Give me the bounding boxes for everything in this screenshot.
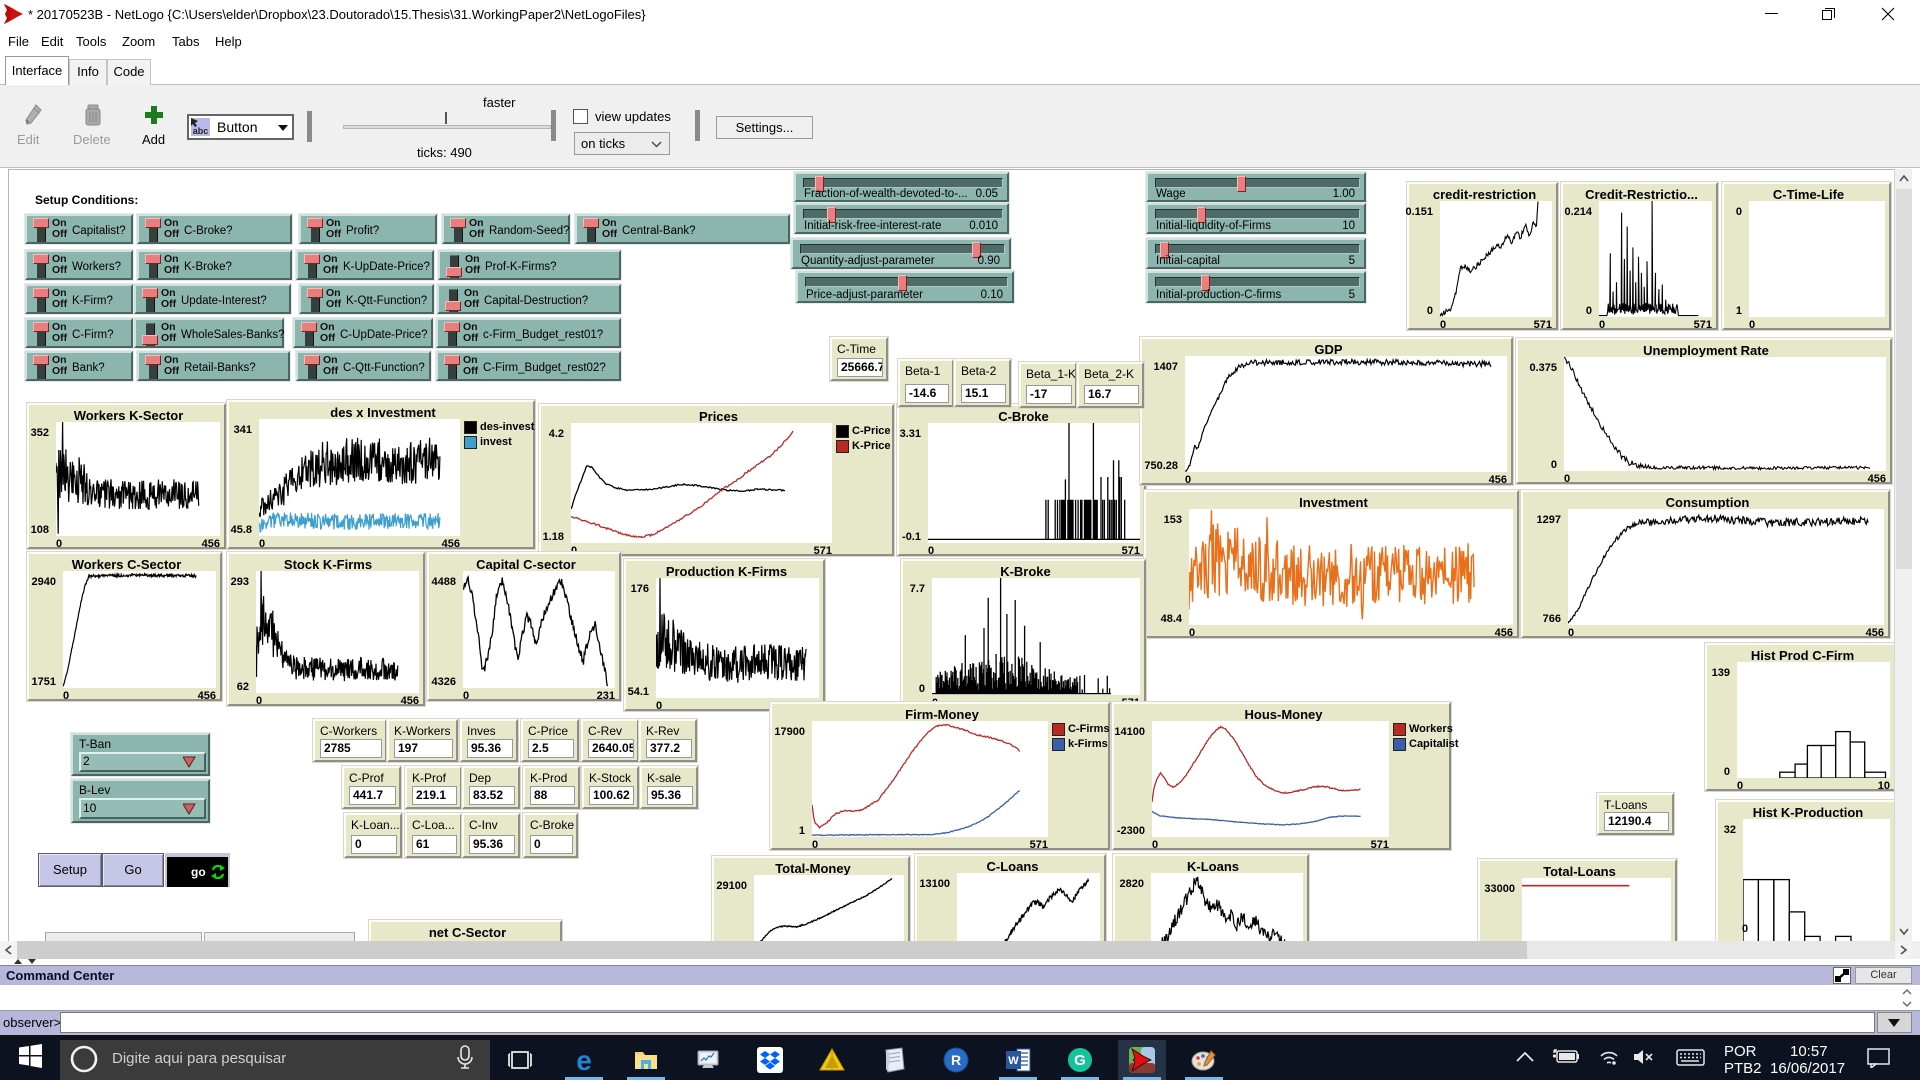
svg-text:R: R	[951, 1052, 961, 1068]
svg-text:e: e	[576, 1047, 592, 1073]
svg-text:W: W	[1008, 1055, 1019, 1067]
svg-text:G: G	[1074, 1052, 1086, 1069]
